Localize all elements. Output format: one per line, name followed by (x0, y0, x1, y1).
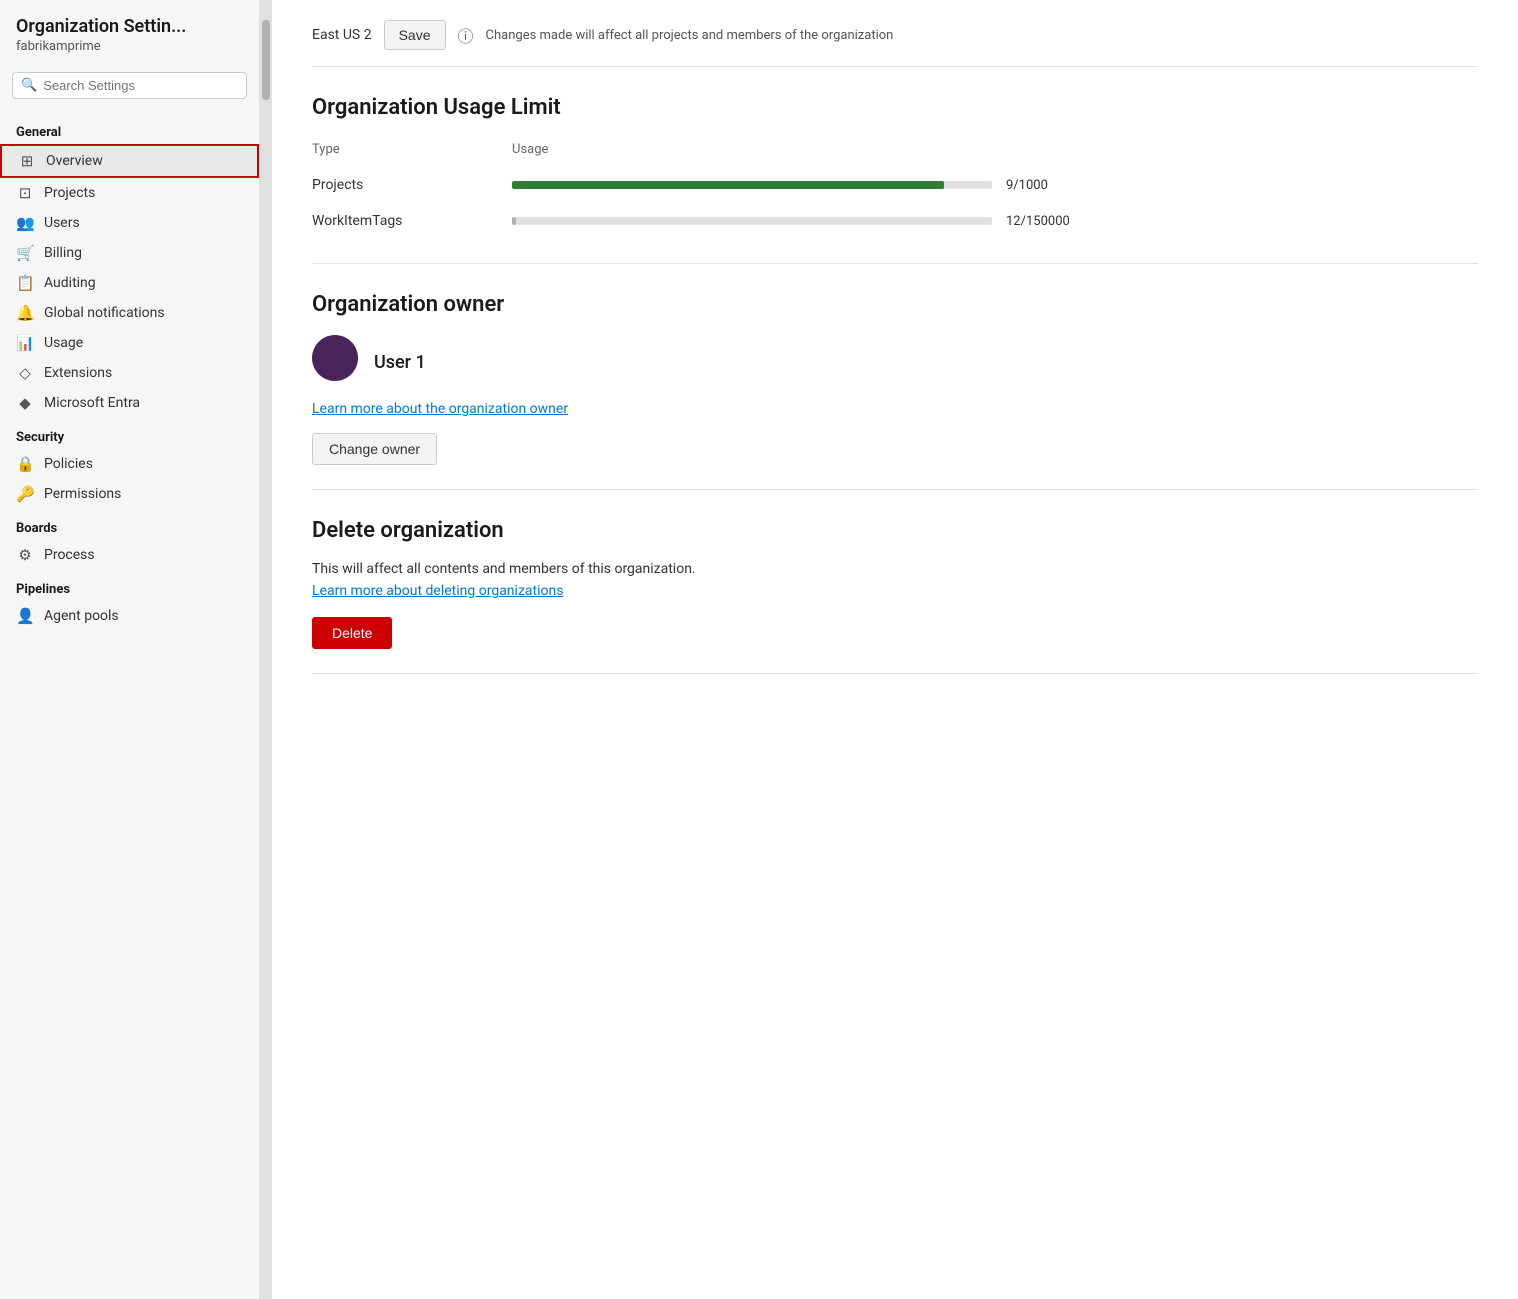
sidebar-item-agent-pools[interactable]: 👤 Agent pools (0, 601, 259, 631)
general-section-label: General (0, 113, 259, 144)
learn-more-owner-link[interactable]: Learn more about the organization owner (312, 401, 1478, 417)
sidebar-item-usage-label: Usage (44, 335, 83, 351)
usage-bar-container (512, 217, 992, 225)
sidebar-item-microsoft-entra[interactable]: ◆ Microsoft Entra (0, 388, 259, 418)
region-label: East US 2 (312, 27, 372, 43)
permissions-icon: 🔑 (16, 485, 34, 503)
search-icon: 🔍 (21, 78, 37, 93)
top-bar: East US 2 Save ⓘ Changes made will affec… (312, 0, 1478, 67)
sidebar-item-global-notifications[interactable]: 🔔 Global notifications (0, 298, 259, 328)
sidebar-item-permissions[interactable]: 🔑 Permissions (0, 479, 259, 509)
main-content: East US 2 Save ⓘ Changes made will affec… (272, 0, 1518, 1299)
delete-learn-more-link[interactable]: Learn more about deleting organizations (312, 583, 1478, 599)
save-button[interactable]: Save (384, 20, 446, 50)
usage-limit-section: Organization Usage Limit Type Usage Proj… (312, 67, 1478, 264)
usage-icon: 📊 (16, 334, 34, 352)
info-icon: ⓘ (458, 23, 474, 47)
usage-count-label: 12/150000 (1006, 214, 1070, 229)
sidebar-item-auditing-label: Auditing (44, 275, 96, 291)
table-row: Projects 9/1000 (312, 167, 1478, 203)
usage-bar-fill (512, 181, 944, 189)
sidebar-item-users[interactable]: 👥 Users (0, 208, 259, 238)
entra-icon: ◆ (16, 394, 34, 412)
sidebar-item-permissions-label: Permissions (44, 486, 121, 502)
sidebar-item-notifications-label: Global notifications (44, 305, 165, 321)
agent-pools-icon: 👤 (16, 607, 34, 625)
usage-bar-cell: 9/1000 (512, 167, 1478, 203)
auditing-icon: 📋 (16, 274, 34, 292)
sidebar-item-billing-label: Billing (44, 245, 82, 261)
policies-icon: 🔒 (16, 455, 34, 473)
sidebar-item-policies[interactable]: 🔒 Policies (0, 449, 259, 479)
usage-count-label: 9/1000 (1006, 178, 1048, 193)
sidebar-item-billing[interactable]: 🛒 Billing (0, 238, 259, 268)
save-info-text: Changes made will affect all projects an… (486, 28, 894, 43)
billing-icon: 🛒 (16, 244, 34, 262)
owner-name: User 1 (374, 352, 426, 373)
sidebar-title: Organization Settin... (0, 12, 259, 39)
usage-table: Type Usage Projects 9/1000 WorkItemTags 12/… (312, 138, 1478, 239)
avatar (312, 335, 358, 381)
usage-limit-title: Organization Usage Limit (312, 95, 1478, 120)
sidebar-item-extensions-label: Extensions (44, 365, 112, 381)
delete-section: Delete organization This will affect all… (312, 490, 1478, 674)
sidebar-subtitle: fabrikamprime (0, 39, 259, 66)
search-input[interactable] (43, 78, 238, 93)
pipelines-section-label: Pipelines (0, 570, 259, 601)
notifications-icon: 🔔 (16, 304, 34, 322)
overview-icon: ⊞ (18, 152, 36, 170)
usage-bar-fill (512, 217, 516, 225)
process-icon: ⚙ (16, 546, 34, 564)
sidebar-item-overview-label: Overview (46, 153, 103, 169)
scrollbar[interactable] (260, 0, 272, 1299)
col-header-usage: Usage (512, 138, 1478, 167)
change-owner-button[interactable]: Change owner (312, 433, 437, 465)
sidebar-item-entra-label: Microsoft Entra (44, 395, 140, 411)
users-icon: 👥 (16, 214, 34, 232)
usage-type-cell: Projects (312, 167, 512, 203)
delete-button[interactable]: Delete (312, 617, 392, 649)
sidebar-item-users-label: Users (44, 215, 80, 231)
sidebar-item-usage[interactable]: 📊 Usage (0, 328, 259, 358)
security-section-label: Security (0, 418, 259, 449)
sidebar-item-projects[interactable]: ⊡ Projects (0, 178, 259, 208)
col-header-type: Type (312, 138, 512, 167)
sidebar-item-projects-label: Projects (44, 185, 95, 201)
sidebar-item-agentpools-label: Agent pools (44, 608, 119, 624)
sidebar: Organization Settin... fabrikamprime 🔍 G… (0, 0, 260, 1299)
extensions-icon: ◇ (16, 364, 34, 382)
owner-section-title: Organization owner (312, 292, 1478, 317)
usage-bar-cell: 12/150000 (512, 203, 1478, 239)
sidebar-item-extensions[interactable]: ◇ Extensions (0, 358, 259, 388)
owner-section: Organization owner User 1 Learn more abo… (312, 264, 1478, 490)
delete-section-title: Delete organization (312, 518, 1478, 543)
owner-row: User 1 (312, 335, 1478, 389)
sidebar-item-overview[interactable]: ⊞ Overview (0, 144, 259, 178)
sidebar-item-process-label: Process (44, 547, 95, 563)
delete-description: This will affect all contents and member… (312, 561, 1478, 577)
usage-type-cell: WorkItemTags (312, 203, 512, 239)
scrollbar-thumb[interactable] (262, 20, 270, 100)
boards-section-label: Boards (0, 509, 259, 540)
sidebar-item-auditing[interactable]: 📋 Auditing (0, 268, 259, 298)
sidebar-item-process[interactable]: ⚙ Process (0, 540, 259, 570)
search-box[interactable]: 🔍 (12, 72, 247, 99)
projects-icon: ⊡ (16, 184, 34, 202)
table-row: WorkItemTags 12/150000 (312, 203, 1478, 239)
sidebar-item-policies-label: Policies (44, 456, 93, 472)
usage-bar-container (512, 181, 992, 189)
